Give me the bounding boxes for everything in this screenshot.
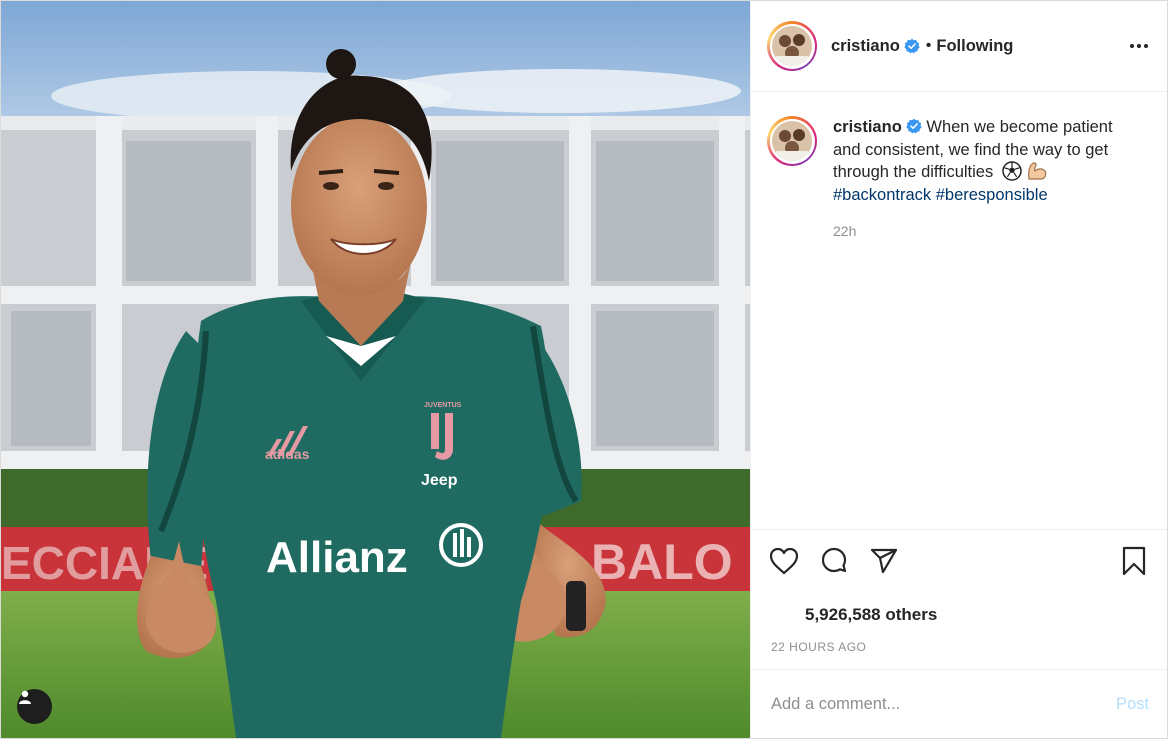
post-photo[interactable]: ECCIARE BALO adidas JUVENTUS Jeep Allian… — [1, 1, 750, 738]
verified-badge-icon — [904, 38, 920, 54]
share-button[interactable] — [867, 544, 901, 578]
comment-icon — [821, 547, 847, 572]
hashtag-link[interactable]: #beresponsible — [936, 186, 1048, 204]
post-modal: ECCIARE BALO adidas JUVENTUS Jeep Allian… — [0, 0, 1168, 739]
heart-icon — [769, 547, 799, 574]
likes-count[interactable]: 5,926,588 others — [751, 591, 1167, 636]
user-tag-button[interactable] — [17, 689, 52, 724]
more-options-button[interactable] — [1127, 34, 1151, 58]
hashtags: #backontrack #beresponsible — [833, 184, 1133, 207]
avatar-image — [772, 121, 812, 161]
jeep-logo: Jeep — [421, 472, 458, 489]
bookmark-icon — [1122, 546, 1146, 575]
avatar-image — [772, 26, 812, 66]
comment-input[interactable] — [771, 694, 1116, 714]
post-details-panel: cristiano • Following cristiano When we … — [750, 1, 1167, 738]
separator-dot: • — [925, 37, 932, 54]
add-comment-bar: Post — [751, 669, 1167, 738]
save-button[interactable] — [1117, 544, 1151, 578]
soccer-ball-emoji-icon — [1002, 161, 1022, 181]
caption-avatar[interactable] — [767, 116, 817, 166]
avatar[interactable] — [767, 21, 817, 71]
flexed-biceps-emoji-icon — [1028, 162, 1047, 180]
photo-illustration: ECCIARE BALO adidas JUVENTUS Jeep Allian… — [1, 1, 750, 738]
caption-timestamp: 22h — [833, 223, 857, 239]
verified-badge-icon — [906, 118, 922, 134]
header-username[interactable]: cristiano — [831, 37, 900, 56]
post-comment-button[interactable]: Post — [1116, 695, 1149, 714]
hashtag-link[interactable]: #backontrack — [833, 186, 931, 204]
user-tag-icon — [19, 690, 31, 704]
comments-section: cristiano When we become patient and con… — [751, 92, 1167, 529]
svg-text:BALO: BALO — [591, 534, 733, 590]
share-icon — [870, 548, 898, 573]
comment-button[interactable] — [817, 544, 851, 578]
caption: cristiano When we become patient and con… — [767, 116, 1151, 206]
action-bar — [751, 529, 1167, 591]
following-button[interactable]: Following — [936, 37, 1013, 56]
adidas-logo: adidas — [265, 446, 310, 462]
juventus-wordmark: JUVENTUS — [424, 402, 462, 409]
allianz-logo: Allianz — [266, 533, 408, 582]
post-header: cristiano • Following — [751, 1, 1167, 92]
caption-username[interactable]: cristiano — [833, 118, 902, 136]
post-date: 22 HOURS AGO — [771, 640, 867, 654]
likes-text[interactable]: 5,926,588 others — [805, 605, 937, 624]
like-button[interactable] — [767, 544, 801, 578]
more-options-icon — [1130, 44, 1148, 48]
